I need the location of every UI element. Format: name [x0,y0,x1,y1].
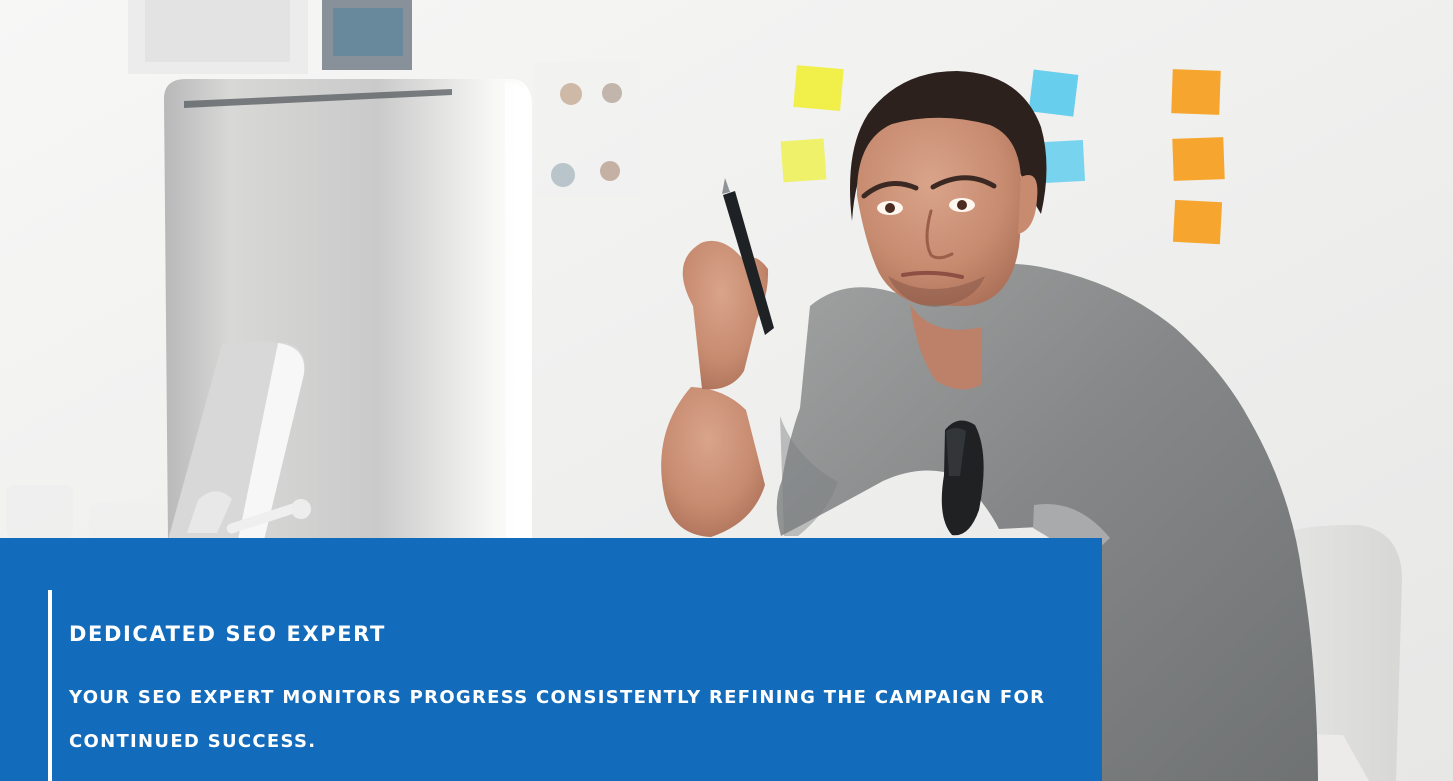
hero-section: DEDICATED SEO EXPERT YOUR SEO EXPERT MON… [0,0,1453,781]
caption-box: DEDICATED SEO EXPERT YOUR SEO EXPERT MON… [0,538,1102,781]
caption-accent-rule [48,590,52,781]
caption-text: YOUR SEO EXPERT MONITORS PROGRESS CONSIS… [69,687,1046,752]
caption-title: DEDICATED SEO EXPERT [69,622,386,646]
